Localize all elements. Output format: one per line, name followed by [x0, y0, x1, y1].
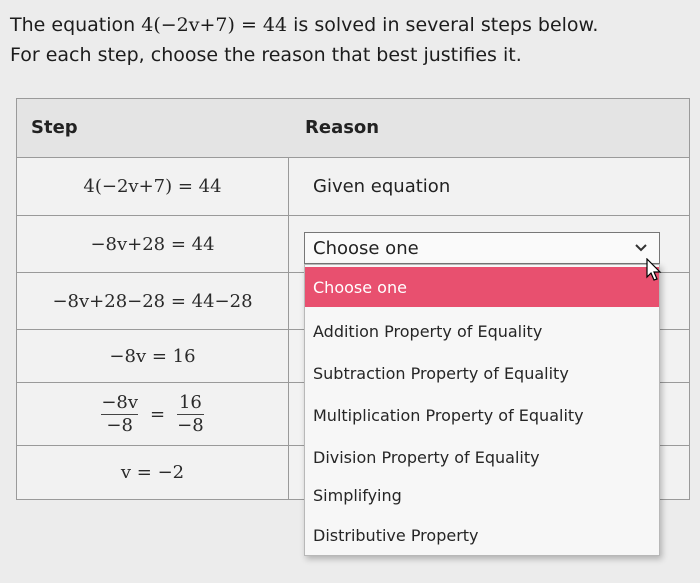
fraction-right: 16 −8: [177, 392, 204, 437]
numerator: 16: [178, 391, 202, 413]
prompt-line-1: The equation 4(−2v+7) = 44 is solved in …: [10, 10, 598, 40]
table-header: Step Reason: [17, 99, 689, 158]
select-value: Choose one: [313, 237, 419, 259]
option-multiplication-property[interactable]: Multiplication Property of Equality: [305, 395, 659, 435]
denominator: −8: [177, 414, 204, 436]
prompt-text: is solved in several steps below.: [287, 14, 599, 36]
reason-cell: Given equation: [313, 175, 451, 197]
reason-dropdown: Choose one Addition Property of Equality…: [304, 264, 660, 556]
option-division-property[interactable]: Division Property of Equality: [305, 437, 659, 477]
header-reason: Reason: [305, 117, 380, 138]
step-cell: 4(−2v+7) = 44: [83, 175, 222, 197]
step-cell: −8v+28 = 44: [90, 233, 215, 255]
denominator: −8: [106, 414, 133, 436]
prompt-text: The equation: [10, 14, 142, 36]
numerator: −8v: [101, 391, 139, 413]
option-distributive-property[interactable]: Distributive Property: [305, 515, 659, 555]
header-step: Step: [31, 117, 78, 138]
step-cell: −8v+28−28 = 44−28: [52, 290, 253, 312]
fraction-left: −8v −8: [101, 391, 139, 437]
option-choose-one[interactable]: Choose one: [305, 267, 659, 307]
mouse-cursor-icon: [646, 257, 662, 282]
prompt-line-2: For each step, choose the reason that be…: [10, 44, 522, 66]
problem-prompt: The equation 4(−2v+7) = 44 is solved in …: [10, 10, 598, 70]
equals-sign: =: [150, 403, 166, 425]
option-subtraction-property[interactable]: Subtraction Property of Equality: [305, 353, 659, 393]
step-cell: v = −2: [120, 462, 185, 483]
reason-select[interactable]: Choose one: [304, 232, 660, 264]
option-addition-property[interactable]: Addition Property of Equality: [305, 311, 659, 351]
step-cell: −8v = 16: [109, 345, 196, 367]
option-simplifying[interactable]: Simplifying: [305, 475, 659, 515]
table-row: 4(−2v+7) = 44 Given equation: [17, 157, 689, 216]
prompt-equation: 4(−2v+7) = 44: [141, 14, 288, 36]
step-cell: −8v −8 = 16 −8: [17, 383, 288, 445]
